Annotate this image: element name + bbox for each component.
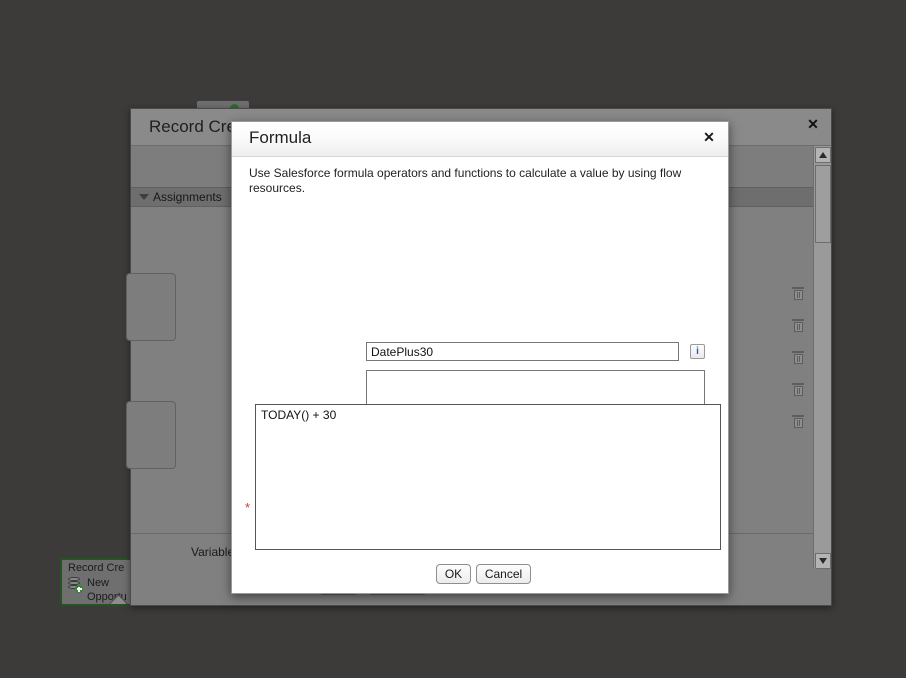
flow-node-label-line1: New bbox=[87, 577, 110, 589]
trash-icon[interactable] bbox=[792, 287, 804, 300]
database-add-icon bbox=[68, 577, 83, 593]
background-dialog-close-icon[interactable]: ✕ bbox=[805, 116, 821, 132]
trash-icon[interactable] bbox=[792, 351, 804, 364]
formula-modal-header: Formula ✕ bbox=[232, 122, 728, 157]
formula-modal-description: Use Salesforce formula operators and fun… bbox=[249, 166, 682, 195]
formula-textarea[interactable] bbox=[255, 404, 721, 550]
required-asterisk: * bbox=[245, 500, 251, 515]
scrollbar-thumb[interactable] bbox=[815, 165, 831, 243]
trash-icon[interactable] bbox=[792, 383, 804, 396]
scroll-down-arrow-icon[interactable] bbox=[815, 553, 831, 569]
cancel-button[interactable]: Cancel bbox=[476, 564, 531, 584]
background-box-lower bbox=[126, 401, 176, 469]
close-icon[interactable]: ✕ bbox=[700, 128, 718, 146]
background-label-variable: Variable bbox=[191, 545, 235, 559]
scroll-up-arrow-icon[interactable] bbox=[815, 147, 831, 163]
background-vertical-scrollbar[interactable] bbox=[813, 146, 831, 570]
background-section-label: Assignments bbox=[153, 190, 222, 204]
formula-modal: Formula ✕ Use Salesforce formula operato… bbox=[231, 121, 729, 594]
background-box-upper bbox=[126, 273, 176, 341]
trash-icon[interactable] bbox=[792, 415, 804, 428]
formula-modal-title: Formula bbox=[249, 128, 312, 147]
unique-name-input[interactable] bbox=[366, 342, 679, 361]
trash-icon[interactable] bbox=[792, 319, 804, 332]
info-icon[interactable]: i bbox=[690, 344, 705, 359]
chevron-down-icon bbox=[139, 194, 149, 200]
ok-button[interactable]: OK bbox=[436, 564, 471, 584]
